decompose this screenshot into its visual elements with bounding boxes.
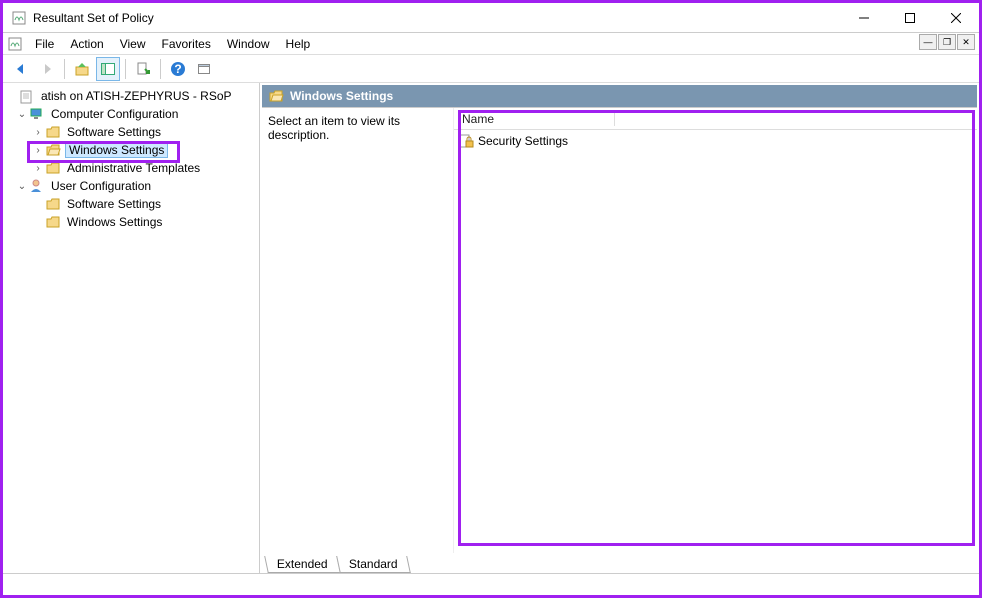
menu-window[interactable]: Window xyxy=(219,35,278,53)
statusbar xyxy=(3,573,979,595)
tree-label: Windows Settings xyxy=(65,142,168,158)
user-icon xyxy=(29,178,45,194)
export-list-button[interactable] xyxy=(131,57,155,81)
menu-favorites[interactable]: Favorites xyxy=(154,35,219,53)
menu-help[interactable]: Help xyxy=(278,35,319,53)
menubar: File Action View Favorites Window Help —… xyxy=(3,33,979,55)
tree-label: Software Settings xyxy=(65,197,163,211)
tree-label: Windows Settings xyxy=(65,215,164,229)
security-settings-icon xyxy=(458,133,474,149)
tree-label: Software Settings xyxy=(65,125,163,139)
tree-cc-admin-templates[interactable]: › Administrative Templates xyxy=(5,159,257,177)
folder-open-icon xyxy=(45,142,61,158)
tree-uc-windows-settings[interactable]: Windows Settings xyxy=(5,213,257,231)
tree-label: atish on ATISH-ZEPHYRUS - RSoP xyxy=(39,89,234,103)
show-hide-tree-button[interactable] xyxy=(96,57,120,81)
description-column: Select an item to view its description. xyxy=(262,108,454,553)
folder-icon xyxy=(45,160,61,176)
result-pane: Windows Settings Select an item to view … xyxy=(260,83,979,573)
tab-extended[interactable]: Extended xyxy=(264,556,340,573)
tree-uc-software-settings[interactable]: Software Settings xyxy=(5,195,257,213)
rsop-icon xyxy=(19,88,35,104)
help-button[interactable]: ? xyxy=(166,57,190,81)
menu-action[interactable]: Action xyxy=(62,35,111,53)
close-button[interactable] xyxy=(933,3,979,33)
list-header[interactable]: Name xyxy=(454,108,977,130)
mdi-restore-button[interactable]: ❐ xyxy=(938,34,956,50)
titlebar: Resultant Set of Policy xyxy=(3,3,979,33)
app-icon xyxy=(11,10,27,26)
folder-icon xyxy=(45,196,61,212)
tab-strip: Extended Standard xyxy=(262,553,977,573)
tree-user-configuration[interactable]: ⌄ User Configuration xyxy=(5,177,257,195)
tree-label: User Configuration xyxy=(49,179,153,193)
tree-computer-configuration[interactable]: ⌄ Computer Configuration xyxy=(5,105,257,123)
mdi-close-button[interactable]: ✕ xyxy=(957,34,975,50)
menu-file[interactable]: File xyxy=(27,35,62,53)
chevron-right-icon[interactable]: › xyxy=(31,145,45,156)
column-name[interactable]: Name xyxy=(462,112,615,126)
maximize-button[interactable] xyxy=(887,3,933,33)
folder-icon xyxy=(45,214,61,230)
up-button[interactable] xyxy=(70,57,94,81)
chevron-right-icon[interactable]: › xyxy=(31,163,45,174)
separator xyxy=(160,59,161,79)
result-header: Windows Settings xyxy=(262,85,977,107)
tree-label: Computer Configuration xyxy=(49,107,180,121)
chevron-down-icon[interactable]: ⌄ xyxy=(15,181,29,192)
folder-icon xyxy=(45,124,61,140)
description-prompt: Select an item to view its description. xyxy=(268,114,400,142)
chevron-down-icon[interactable]: ⌄ xyxy=(15,109,29,120)
tree-cc-software-settings[interactable]: › Software Settings xyxy=(5,123,257,141)
chevron-right-icon[interactable]: › xyxy=(31,127,45,138)
back-button[interactable] xyxy=(9,57,33,81)
result-header-title: Windows Settings xyxy=(290,89,393,103)
doc-icon xyxy=(7,36,23,52)
computer-icon xyxy=(29,106,45,122)
window-title: Resultant Set of Policy xyxy=(33,11,841,25)
separator xyxy=(125,59,126,79)
tab-standard[interactable]: Standard xyxy=(336,556,410,573)
mdi-minimize-button[interactable]: — xyxy=(919,34,937,50)
forward-button[interactable] xyxy=(35,57,59,81)
separator xyxy=(64,59,65,79)
list-item-label: Security Settings xyxy=(478,134,568,148)
tree-root[interactable]: atish on ATISH-ZEPHYRUS - RSoP xyxy=(5,87,257,105)
list-item[interactable]: Security Settings xyxy=(458,132,973,150)
new-window-button[interactable] xyxy=(192,57,216,81)
minimize-button[interactable] xyxy=(841,3,887,33)
svg-text:?: ? xyxy=(174,62,181,76)
folder-open-icon xyxy=(268,88,284,104)
tree-label: Administrative Templates xyxy=(65,161,202,175)
menu-view[interactable]: View xyxy=(112,35,154,53)
list-column: Name Security Settings xyxy=(454,108,977,553)
tree-pane[interactable]: atish on ATISH-ZEPHYRUS - RSoP ⌄ Compute… xyxy=(3,83,260,573)
toolbar: ? xyxy=(3,55,979,83)
tree-cc-windows-settings[interactable]: › Windows Settings xyxy=(5,141,257,159)
